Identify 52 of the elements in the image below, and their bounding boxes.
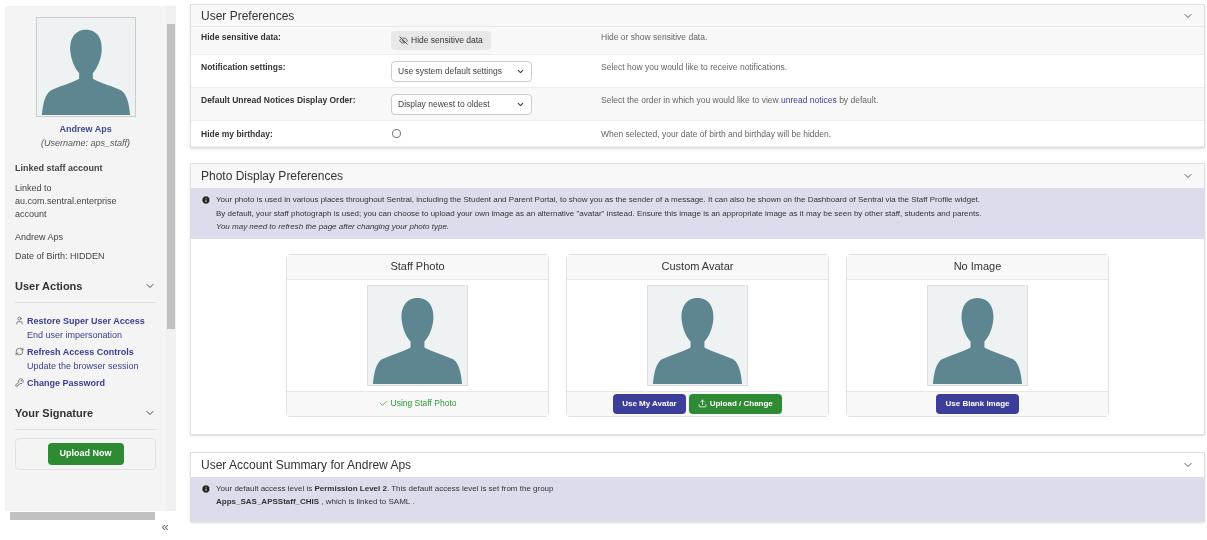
username-text: (Username: aps_staff) bbox=[40, 136, 132, 150]
setting-description: Hide or show sensitive data. bbox=[601, 31, 708, 44]
info-icon bbox=[201, 483, 211, 494]
option-title: Custom Avatar bbox=[567, 254, 828, 280]
key-icon bbox=[15, 378, 24, 387]
section-title: Your Signature bbox=[15, 405, 94, 421]
info-text: Your default access level is Permission Level 2. This default access level is set from the group Apps_SAS_APSStaff_CHIS , which is linked to SAML . bbox=[216, 482, 555, 508]
use-image-button[interactable]: Use My Avatar bbox=[613, 393, 686, 414]
upload-change-button[interactable]: Upload / Change bbox=[688, 393, 782, 414]
user-icon bbox=[15, 316, 24, 325]
section-title: User Actions bbox=[15, 278, 83, 294]
action-hint: Update the browser session bbox=[27, 359, 139, 373]
refresh-icon bbox=[15, 347, 24, 356]
setting-label: Hide sensitive data: bbox=[200, 31, 282, 44]
upload-now-button[interactable]: Upload Now bbox=[47, 443, 124, 465]
unread-notices-link[interactable]: unread notices bbox=[781, 95, 837, 105]
info-text: Your photo is used in various places throughout Sentral, including the Student and Parent Portal, to show you as the sender of a message. It can also be shown on the Dashboard of Sentral via the Staff Profile widget. bbox=[216, 194, 982, 206]
linked-account-title: Linked staff account bbox=[15, 162, 104, 175]
option-title: No Image bbox=[847, 254, 1108, 280]
action-hint: End user impersonation bbox=[27, 328, 124, 342]
setting-label: Hide my birthday: bbox=[200, 128, 274, 141]
hide-sensitive-data-button[interactable]: Hide sensitive data bbox=[391, 31, 491, 50]
action-link[interactable]: Restore Super User Access bbox=[27, 315, 145, 329]
dropdown-select[interactable]: Use system default settings bbox=[391, 61, 532, 82]
panel-title: Photo Display Preferences bbox=[201, 168, 344, 185]
info-icon bbox=[201, 195, 211, 205]
upload-icon bbox=[697, 399, 707, 408]
user-name: Andrew Aps bbox=[58, 123, 113, 136]
display-name: Andrew Aps bbox=[15, 230, 65, 244]
action-link[interactable]: Change Password bbox=[27, 377, 106, 391]
dropdown-select[interactable]: Display newest to oldest bbox=[391, 94, 532, 115]
panel-title: User Preferences bbox=[201, 7, 295, 25]
use-image-button[interactable]: Use Blank Image bbox=[936, 393, 1019, 414]
linked-account-text: Linked to au.com.sentral.enterprise account bbox=[15, 181, 118, 221]
checkbox[interactable] bbox=[392, 129, 401, 138]
scrollbar-thumb[interactable] bbox=[10, 512, 155, 520]
collapse-button[interactable]: « bbox=[154, 516, 176, 536]
eye-off-icon bbox=[399, 35, 408, 45]
action-link[interactable]: Refresh Access Controls bbox=[27, 346, 139, 360]
setting-description: Select how you would like to receive notifications. bbox=[601, 61, 788, 74]
setting-label: Notification settings: bbox=[200, 61, 287, 74]
info-text: By default, your staff photograph is used; you can choose to upload your own image as an alternative "avatar" instead. Ensure this image is an appropriate image as it may be seen by other staff, students and parents. bbox=[216, 207, 982, 220]
setting-description: When selected, your date of birth and birthday will be hidden. bbox=[601, 128, 832, 141]
date-of-birth: Date of Birth: HIDDEN bbox=[15, 250, 106, 263]
scrollbar-thumb[interactable] bbox=[167, 24, 176, 329]
status-text: Using Staff Photo bbox=[378, 397, 457, 410]
setting-description: Select the order in which you would like to view unread notices by default. bbox=[601, 94, 879, 107]
option-title: Staff Photo bbox=[287, 254, 548, 280]
setting-label: Default Unread Notices Display Order: bbox=[200, 94, 357, 107]
check-icon bbox=[378, 399, 388, 408]
info-note: You may need to refresh the page after changing your photo type. bbox=[216, 221, 451, 233]
panel-title: User Account Summary for Andrew Aps bbox=[201, 456, 412, 474]
